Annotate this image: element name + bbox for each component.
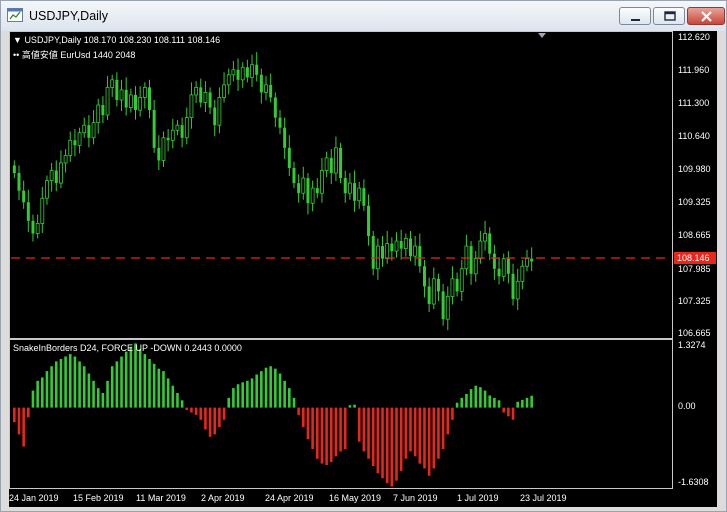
chart-window: USDJPY,Daily ▼ USDJPY,Daily 108.170 108.… — [0, 0, 727, 512]
indicator-axis-label: 0.00 — [678, 401, 696, 411]
indicator-header: SnakeInBorders D24, FORCE UP -DOWN 0.244… — [13, 343, 242, 353]
price-axis-label: 111.960 — [678, 65, 710, 75]
close-icon — [701, 11, 712, 22]
symbol-info: USDJPY,Daily 108.170 108.230 108.111 108… — [24, 35, 221, 45]
date-axis-label: 24 Apr 2019 — [265, 493, 314, 503]
date-axis-label: 24 Jan 2019 — [9, 493, 59, 503]
date-axis-label: 15 Feb 2019 — [73, 493, 124, 503]
date-axis-label: 2 Apr 2019 — [201, 493, 245, 503]
indicator-axis-label: -1.6308 — [678, 477, 709, 487]
price-axis-label: 112.620 — [678, 32, 710, 42]
date-axis-label: 1 Jul 2019 — [457, 493, 499, 503]
price-axis-label: 108.665 — [678, 230, 711, 240]
minimize-button[interactable] — [619, 7, 651, 25]
price-axis-label: 110.640 — [678, 131, 710, 141]
price-axis-label: 107.985 — [678, 264, 711, 274]
scroll-marker-icon — [538, 33, 546, 38]
current-price-tag: 108.146 — [674, 252, 716, 264]
date-axis-label: 7 Jun 2019 — [393, 493, 438, 503]
window-title: USDJPY,Daily — [29, 9, 108, 23]
indicator-info: 高値安値 EurUsd 1440 2048 — [21, 50, 136, 60]
close-button[interactable] — [687, 7, 725, 25]
restore-icon — [664, 11, 676, 21]
chart-area[interactable]: ▼ USDJPY,Daily 108.170 108.230 108.111 1… — [9, 31, 717, 507]
dots-icon: •• — [13, 50, 20, 60]
indicator-axis-label: 1.3274 — [678, 340, 706, 350]
chart-subheader: •• 高値安値 EurUsd 1440 2048 — [13, 48, 135, 61]
price-axis-label: 109.325 — [678, 197, 711, 207]
minimize-icon — [631, 19, 640, 21]
price-line — [11, 33, 671, 259]
maximize-button[interactable] — [653, 7, 685, 25]
date-axis-label: 11 Mar 2019 — [136, 493, 186, 503]
date-axis-label: 23 Jul 2019 — [520, 493, 567, 503]
chart-header: ▼ USDJPY,Daily 108.170 108.230 108.111 1… — [13, 35, 220, 45]
date-axis-label: 16 May 2019 — [329, 493, 382, 503]
collapse-triangle-icon: ▼ — [13, 35, 22, 45]
title-bar[interactable]: USDJPY,Daily — [1, 1, 726, 31]
chart-window-icon — [7, 8, 23, 22]
price-axis-label: 106.665 — [678, 328, 711, 338]
price-axis-label: 107.325 — [678, 296, 711, 306]
price-axis-label: 109.980 — [678, 164, 711, 174]
price-axis-label: 111.300 — [678, 98, 710, 108]
